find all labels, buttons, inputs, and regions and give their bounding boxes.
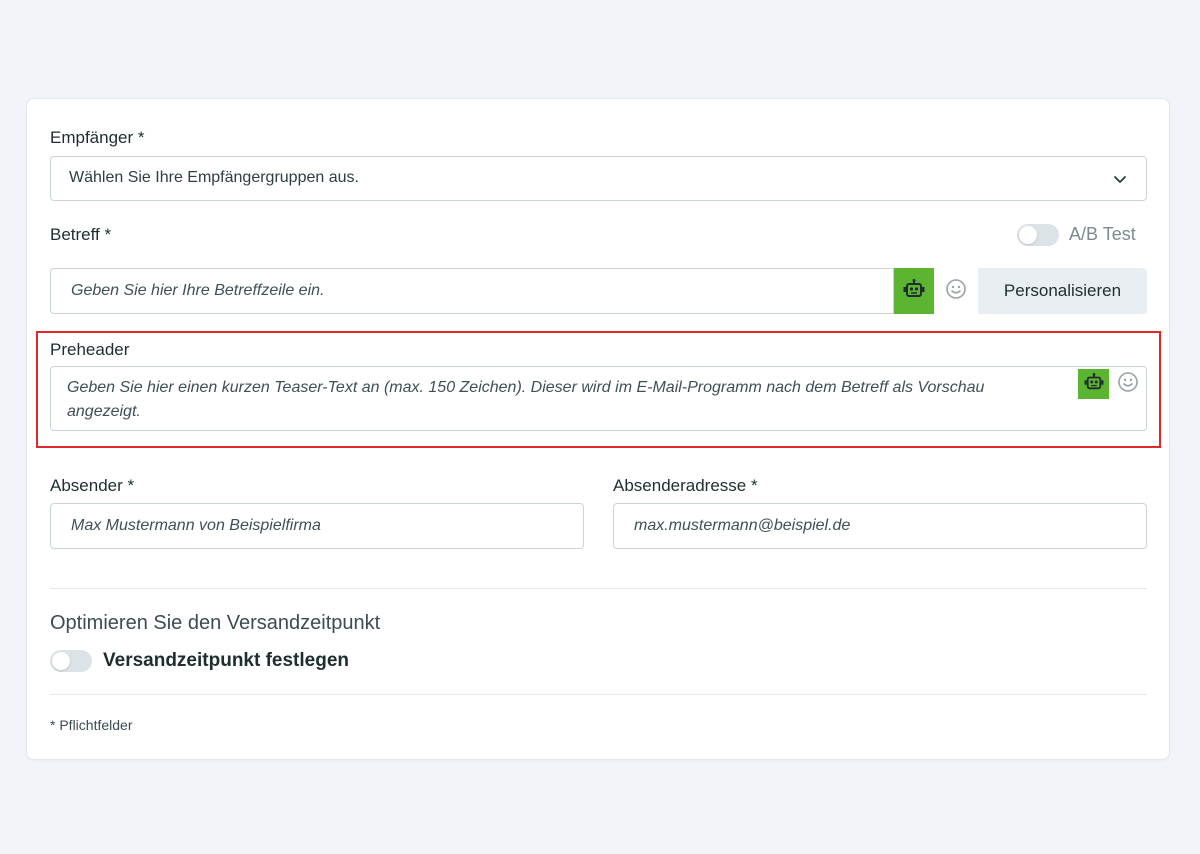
required-note: * Pflichtfelder [50, 717, 133, 733]
preheader-highlight-frame [36, 331, 1161, 448]
divider [50, 588, 1147, 589]
subject-input[interactable]: Geben Sie hier Ihre Betreffzeile ein. [50, 268, 894, 314]
chevron-down-icon [1112, 171, 1128, 192]
divider [50, 694, 1147, 695]
sender-input[interactable]: Max Mustermann von Beispielfirma [50, 503, 584, 549]
sender-placeholder: Max Mustermann von Beispielfirma [71, 517, 321, 534]
recipients-select[interactable]: Wählen Sie Ihre Empfängergruppen aus. [50, 156, 1147, 201]
send-time-toggle-label: Versandzeitpunkt festlegen [103, 650, 350, 671]
personalize-button[interactable]: Personalisieren [978, 268, 1147, 314]
subject-ai-button[interactable] [894, 268, 934, 314]
subject-label: Betreff * [50, 225, 112, 244]
sender-label: Absender * [50, 476, 135, 495]
send-time-heading: Optimieren Sie den Versandzeitpunkt [50, 612, 381, 634]
send-time-toggle[interactable] [50, 650, 92, 672]
recipients-select-value: Wählen Sie Ihre Empfängergruppen aus. [69, 169, 359, 186]
recipients-label: Empfänger * [50, 128, 145, 147]
sender-address-input[interactable]: max.mustermann@beispiel.de [613, 503, 1147, 549]
sender-address-label: Absenderadresse * [613, 476, 758, 495]
robot-icon [903, 278, 925, 304]
ab-test-toggle[interactable] [1017, 224, 1059, 246]
subject-placeholder: Geben Sie hier Ihre Betreffzeile ein. [71, 282, 325, 299]
subject-emoji-button[interactable] [934, 268, 978, 314]
smiley-icon [945, 278, 967, 305]
sender-address-placeholder: max.mustermann@beispiel.de [634, 517, 851, 534]
ab-test-label: A/B Test [1069, 224, 1136, 244]
